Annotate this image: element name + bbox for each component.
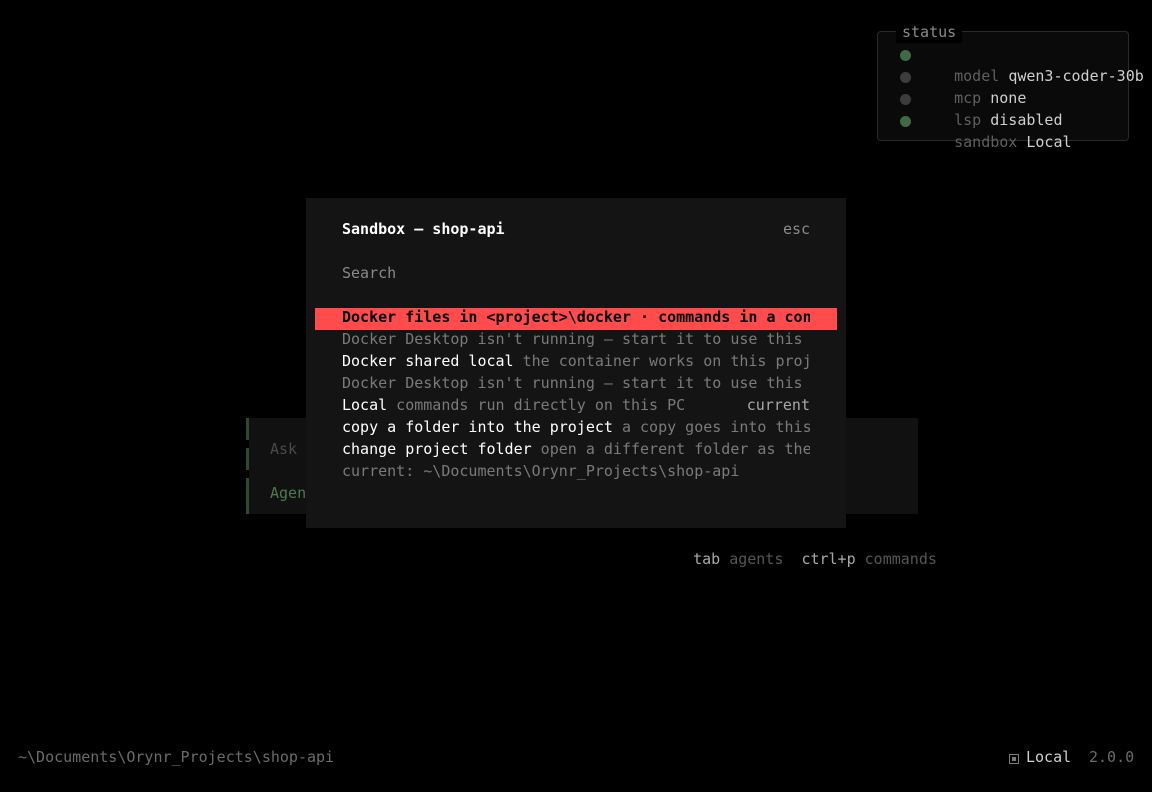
status-dot-icon: [900, 94, 911, 105]
footer-project-path: ~\Documents\Orynr_Projects\shop-api: [18, 748, 335, 766]
option-copy-folder[interactable]: copy a folder into the project a copy go…: [342, 416, 810, 438]
option-docker-files[interactable]: Docker files in <project>\docker · comma…: [342, 306, 810, 328]
prompt-bar-gap: [246, 470, 249, 478]
prompt-bar-gap: [246, 440, 249, 448]
option-docker-unavailable: Docker Desktop isn't running — start it …: [342, 374, 803, 392]
agent-mode-label[interactable]: Agen: [270, 482, 306, 504]
status-dot-icon: [900, 72, 911, 83]
sandbox-icon: [1009, 754, 1019, 764]
option-local[interactable]: Local commands run directly on this PC cu…: [342, 394, 810, 416]
footer-sandbox[interactable]: Local: [1026, 746, 1071, 768]
hint-key-ctrl-p: ctrl+p: [801, 550, 856, 568]
modal-title: Sandbox — shop-api: [342, 220, 505, 238]
hint-label-commands: commands: [864, 550, 937, 568]
status-dot-icon: [900, 116, 911, 127]
option-change-project-folder[interactable]: change project folder open a different f…: [342, 438, 810, 460]
option-docker-unavailable: Docker Desktop isn't running — start it …: [342, 330, 803, 348]
option-docker-shared-local[interactable]: Docker shared local the container works …: [342, 350, 810, 372]
sandbox-modal: Sandbox — shop-api esc Search Docker fil…: [306, 198, 846, 528]
search-input[interactable]: Search: [342, 262, 396, 284]
prompt-placeholder: Ask: [270, 440, 298, 458]
status-row-sandbox: sandbox Local: [900, 109, 1072, 175]
status-title: status: [896, 21, 963, 43]
current-badge: current: [736, 394, 810, 416]
hint-label-agents: agents: [729, 550, 784, 568]
hint-key-tab: tab: [693, 550, 721, 568]
footer-version: 2.0.0: [1089, 748, 1135, 766]
close-button[interactable]: esc: [783, 218, 810, 240]
keyboard-hints: tab agents ctrl+p commands: [675, 526, 937, 570]
current-folder-note: current: ~\Documents\Orynr_Projects\shop…: [342, 462, 740, 480]
status-dot-icon: [900, 50, 911, 61]
status-panel: status model qwen3-coder-30b mcp none ls…: [877, 21, 1144, 151]
